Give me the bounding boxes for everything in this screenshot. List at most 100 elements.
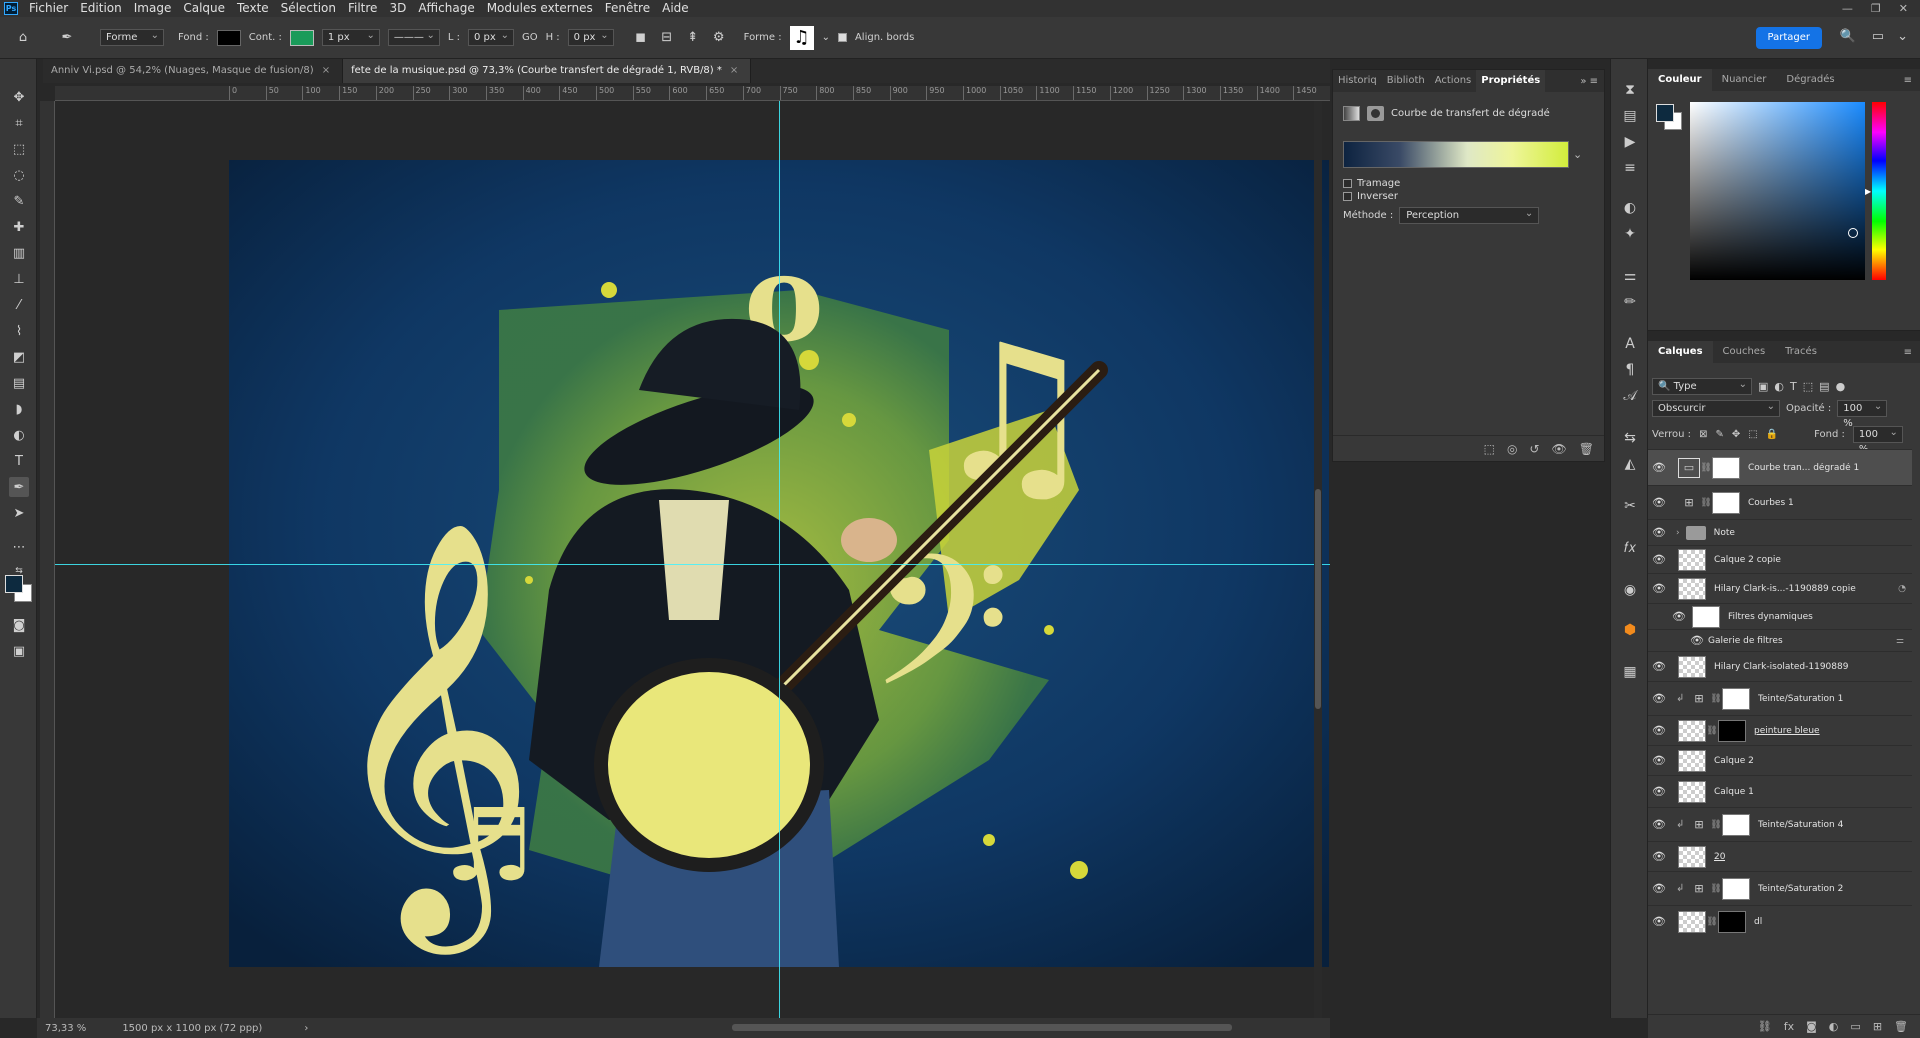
screen-mode-icon[interactable]: ▣ bbox=[9, 641, 29, 661]
layer-row[interactable]: 👁 Calque 1 bbox=[1648, 775, 1912, 807]
filter-adjustment-icon[interactable]: ◐ bbox=[1774, 380, 1784, 393]
menu-help[interactable]: Aide bbox=[656, 0, 695, 17]
stroke-swatch[interactable] bbox=[289, 29, 314, 46]
paragraph-panel-icon[interactable]: ¶ bbox=[1621, 361, 1639, 379]
minimize-icon[interactable]: — bbox=[1842, 2, 1853, 15]
visibility-icon[interactable]: 👁 bbox=[1552, 442, 1567, 456]
foreground-color-swatch[interactable] bbox=[1656, 104, 1674, 122]
gradient-preview[interactable] bbox=[1343, 141, 1569, 168]
layer-thumbnail[interactable] bbox=[1678, 845, 1706, 868]
layer-row[interactable]: 👁 ↲ ⊞ ⛓ Teinte/Saturation 4 bbox=[1648, 807, 1912, 841]
layer-mask-thumbnail[interactable] bbox=[1722, 877, 1750, 900]
pen-tool-icon[interactable]: ✒ bbox=[9, 477, 29, 497]
path-alignment-icon[interactable]: ⊟ bbox=[658, 29, 676, 47]
layer-row[interactable]: 👁 Calque 2 bbox=[1648, 745, 1912, 775]
menu-edit[interactable]: Edition bbox=[74, 0, 128, 17]
layer-row[interactable]: 👁 Hilary Clark-is...-1190889 copie ◔ bbox=[1648, 573, 1912, 603]
layer-row[interactable]: 👁 ↲ ⊞ ⛓ Teinte/Saturation 1 bbox=[1648, 681, 1912, 715]
panel-menu-icon[interactable]: ≡ bbox=[1904, 75, 1920, 86]
tab-channels[interactable]: Couches bbox=[1713, 341, 1776, 363]
mode-select[interactable]: Forme bbox=[100, 28, 164, 46]
layer-thumbnail[interactable] bbox=[1678, 780, 1706, 803]
learn-panel-icon[interactable]: ◉ bbox=[1621, 581, 1639, 599]
new-group-icon[interactable]: ▭ bbox=[1850, 1020, 1860, 1033]
gradient-dropdown-icon[interactable]: ⌄ bbox=[1573, 148, 1582, 161]
lock-transparent-icon[interactable]: ⊠ bbox=[1699, 429, 1707, 440]
patch-tool-icon[interactable]: ▥ bbox=[9, 243, 29, 263]
layer-filter-select[interactable]: 🔍 Type bbox=[1652, 377, 1752, 395]
fill-swatch[interactable] bbox=[216, 29, 241, 46]
actions-panel-icon[interactable]: ▶ bbox=[1621, 133, 1639, 151]
layer-row[interactable]: 👁 ⊞ ⛓ Courbes 1 bbox=[1648, 485, 1912, 519]
trash-icon[interactable]: 🗑 bbox=[1579, 442, 1594, 456]
layer-mask-thumbnail[interactable] bbox=[1722, 687, 1750, 710]
path-arrangement-icon[interactable]: ⇞ bbox=[684, 29, 702, 47]
menu-3d[interactable]: 3D bbox=[383, 0, 412, 17]
marquee-tool-icon[interactable]: ⬚ bbox=[9, 139, 29, 159]
vertical-scroll-thumb[interactable] bbox=[1315, 489, 1321, 709]
layer-row[interactable]: 👁 ▭ ⛓ Courbe tran... dégradé 1 bbox=[1648, 449, 1912, 485]
layer-name[interactable]: Calque 1 bbox=[1714, 787, 1754, 797]
stroke-style-select[interactable]: ——— bbox=[387, 28, 440, 46]
adjustments-panel-icon[interactable]: ◐ bbox=[1621, 199, 1639, 217]
width-input[interactable]: 0 px bbox=[467, 28, 514, 46]
eye-icon[interactable]: 👁 bbox=[1648, 882, 1670, 895]
shape-dropdown-icon[interactable]: ⌄ bbox=[822, 32, 830, 43]
tab-paths[interactable]: Tracés bbox=[1775, 341, 1827, 363]
plugins-panel-icon[interactable]: ▦ bbox=[1621, 663, 1639, 681]
layer-name[interactable]: Note bbox=[1714, 528, 1735, 538]
layer-mask-thumbnail[interactable] bbox=[1712, 491, 1740, 514]
workspace-icon[interactable]: ▭ bbox=[1872, 29, 1884, 44]
healing-brush-icon[interactable]: ✚ bbox=[9, 217, 29, 237]
tab-history[interactable]: Historiq bbox=[1333, 70, 1382, 92]
trash-icon[interactable]: 🗑 bbox=[1894, 1020, 1908, 1033]
brush-tool-icon[interactable]: ⌇ bbox=[9, 321, 29, 341]
stroke-width-select[interactable]: 1 px bbox=[321, 28, 380, 46]
stamp-tool-icon[interactable]: ⊥ bbox=[9, 269, 29, 289]
link-icon[interactable]: ⛓ bbox=[1706, 917, 1718, 927]
eye-icon[interactable]: 👁 bbox=[1648, 496, 1670, 509]
layer-thumbnail[interactable] bbox=[1678, 577, 1706, 600]
layer-thumbnail[interactable] bbox=[1678, 910, 1706, 933]
hue-slider-marker-icon[interactable]: ▶ bbox=[1865, 187, 1871, 196]
dither-checkbox[interactable] bbox=[1343, 179, 1352, 188]
layer-name[interactable]: Courbes 1 bbox=[1748, 498, 1794, 508]
eye-icon[interactable]: 👁 bbox=[1648, 850, 1670, 863]
link-icon[interactable]: ⛓ bbox=[1700, 463, 1712, 473]
music-note-shape-icon[interactable]: ♫ bbox=[789, 25, 814, 50]
search-icon[interactable]: 🔍 bbox=[1840, 29, 1856, 44]
height-input[interactable]: 0 px bbox=[567, 28, 614, 46]
layer-name[interactable]: Courbe tran... dégradé 1 bbox=[1748, 463, 1859, 473]
lock-artboard-icon[interactable]: ⬚ bbox=[1748, 429, 1757, 440]
layer-name[interactable]: Teinte/Saturation 2 bbox=[1758, 884, 1843, 894]
panel-menu-icon[interactable]: ≡ bbox=[1904, 347, 1920, 358]
type-tool-icon[interactable]: T bbox=[9, 451, 29, 471]
layer-row[interactable]: 👁 20 bbox=[1648, 841, 1912, 871]
fill-input[interactable]: 100 % bbox=[1852, 425, 1903, 455]
path-select-icon[interactable]: ➤ bbox=[9, 503, 29, 523]
mask-icon[interactable] bbox=[1367, 106, 1384, 121]
link-icon[interactable]: ⛓ bbox=[1710, 884, 1722, 894]
foreground-color[interactable] bbox=[5, 575, 23, 593]
filter-toggle-icon[interactable]: ● bbox=[1836, 380, 1846, 393]
color-swatches[interactable] bbox=[5, 575, 35, 605]
layer-name[interactable]: Hilary Clark-is...-1190889 copie bbox=[1714, 584, 1856, 594]
opacity-input[interactable]: 100 % bbox=[1837, 399, 1888, 429]
more-tools-icon[interactable]: ⋯ bbox=[9, 537, 29, 557]
eye-icon[interactable]: 👁 bbox=[1648, 754, 1670, 767]
menu-type[interactable]: Texte bbox=[231, 0, 275, 17]
eye-icon[interactable]: 👁 bbox=[1648, 526, 1670, 539]
eye-icon[interactable]: 👁 bbox=[1648, 660, 1670, 673]
eye-icon[interactable]: 👁 bbox=[1686, 634, 1708, 647]
view-previous-icon[interactable]: ◎ bbox=[1507, 442, 1517, 456]
layer-row[interactable]: 👁 Filtres dynamiques bbox=[1648, 603, 1912, 629]
glyphs-panel-icon[interactable]: 𝒜 bbox=[1621, 387, 1639, 405]
link-icon[interactable]: ⛓ bbox=[1710, 694, 1722, 704]
reset-icon[interactable]: ↺ bbox=[1529, 442, 1539, 456]
layer-row[interactable]: 👁 Hilary Clark-isolated-1190889 bbox=[1648, 651, 1912, 681]
link-icon[interactable]: ⛓ bbox=[1710, 820, 1722, 830]
filter-pixel-icon[interactable]: ▣ bbox=[1758, 380, 1768, 393]
lock-pixels-icon[interactable]: ✎ bbox=[1715, 429, 1723, 440]
close-tab-icon[interactable]: × bbox=[730, 65, 738, 76]
color-picker-cursor[interactable] bbox=[1848, 228, 1858, 238]
